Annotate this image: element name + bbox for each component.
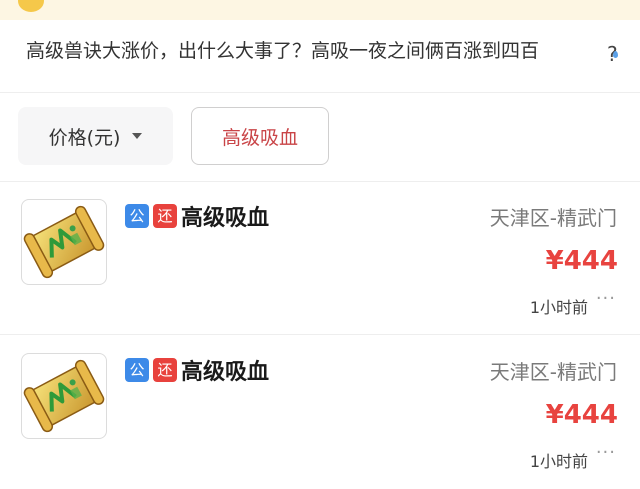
top-banner xyxy=(0,0,640,20)
filter-bar: 价格(元) 高级吸血 xyxy=(0,93,640,182)
return-badge: 还 xyxy=(153,204,177,228)
public-badge: 公 xyxy=(125,358,149,382)
more-options-icon[interactable]: ··· xyxy=(596,288,616,309)
item-time: 1小时前 xyxy=(529,452,588,471)
droplet-icon xyxy=(613,51,618,58)
listing-item[interactable]: 公 还 高级吸血 天津区-精武门 ¥444 1小时前 ··· xyxy=(0,336,640,488)
more-options-icon[interactable]: ··· xyxy=(596,442,616,463)
headline-text[interactable]: 高级兽诀大涨价，出什么大事了？高吸一夜之间俩百涨到四百 xyxy=(26,38,626,64)
skill-scroll-icon xyxy=(23,359,105,433)
headline-bar[interactable]: 高级兽诀大涨价，出什么大事了？高吸一夜之间俩百涨到四百 ? xyxy=(0,20,640,93)
emoji-icon xyxy=(18,0,44,12)
keyword-filter-chip[interactable]: 高级吸血 xyxy=(191,107,329,165)
item-name: 高级吸血 xyxy=(181,360,270,385)
caret-down-icon xyxy=(132,133,143,139)
item-thumbnail xyxy=(21,199,107,285)
item-price: ¥444 xyxy=(545,246,618,276)
item-price: ¥444 xyxy=(545,400,618,430)
item-thumbnail xyxy=(21,353,107,439)
listing-item[interactable]: 公 还 高级吸血 天津区-精武门 ¥444 1小时前 ··· xyxy=(0,182,640,335)
item-server: 天津区-精武门 xyxy=(489,206,617,230)
keyword-filter-label: 高级吸血 xyxy=(221,126,298,149)
item-server: 天津区-精武门 xyxy=(489,360,617,384)
item-time: 1小时前 xyxy=(529,298,588,317)
price-sort-dropdown[interactable]: 价格(元) xyxy=(18,107,173,165)
public-badge: 公 xyxy=(125,204,149,228)
price-sort-label: 价格(元) xyxy=(48,126,121,149)
skill-scroll-icon xyxy=(23,205,105,279)
return-badge: 还 xyxy=(153,358,177,382)
item-name: 高级吸血 xyxy=(181,206,270,231)
